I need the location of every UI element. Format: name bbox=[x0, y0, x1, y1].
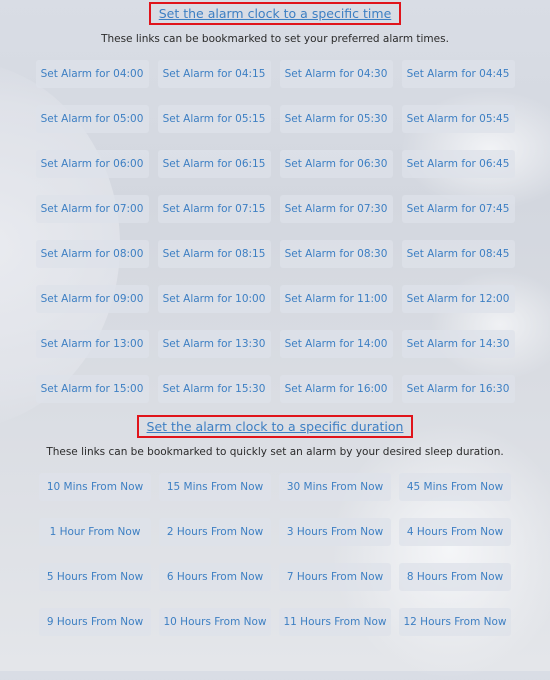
set-alarm-time-button[interactable]: Set Alarm for 07:15 bbox=[157, 195, 271, 223]
alarm-links-content: Set the alarm clock to a specific time T… bbox=[0, 0, 550, 636]
set-alarm-time-button[interactable]: Set Alarm for 16:30 bbox=[401, 375, 515, 403]
set-alarm-time-button[interactable]: Set Alarm for 05:00 bbox=[35, 105, 149, 133]
set-alarm-duration-button[interactable]: 5 Hours From Now bbox=[39, 563, 151, 591]
set-alarm-time-button[interactable]: Set Alarm for 16:00 bbox=[279, 375, 393, 403]
set-alarm-time-button[interactable]: Set Alarm for 08:30 bbox=[279, 240, 393, 268]
set-alarm-time-button[interactable]: Set Alarm for 11:00 bbox=[279, 285, 393, 313]
set-alarm-time-button[interactable]: Set Alarm for 15:00 bbox=[35, 375, 149, 403]
set-alarm-time-button[interactable]: Set Alarm for 10:00 bbox=[157, 285, 271, 313]
set-alarm-time-button[interactable]: Set Alarm for 13:30 bbox=[157, 330, 271, 358]
time-heading-wrap: Set the alarm clock to a specific time bbox=[0, 0, 550, 25]
set-alarm-time-button[interactable]: Set Alarm for 06:15 bbox=[157, 150, 271, 178]
set-alarm-time-button[interactable]: Set Alarm for 07:00 bbox=[35, 195, 149, 223]
duration-alarm-grid: 10 Mins From Now 15 Mins From Now 30 Mins … bbox=[0, 473, 550, 636]
set-alarm-duration-button[interactable]: 10 Hours From Now bbox=[159, 608, 271, 636]
set-alarm-duration-button[interactable]: 2 Hours From Now bbox=[159, 518, 271, 546]
set-alarm-duration-button[interactable]: 45 Mins From Now bbox=[399, 473, 511, 501]
set-alarm-time-button[interactable]: Set Alarm for 05:30 bbox=[279, 105, 393, 133]
set-alarm-time-button[interactable]: Set Alarm for 07:30 bbox=[279, 195, 393, 223]
set-alarm-duration-button[interactable]: 1 Hour From Now bbox=[39, 518, 151, 546]
set-alarm-time-button[interactable]: Set Alarm for 14:30 bbox=[401, 330, 515, 358]
set-alarm-time-button[interactable]: Set Alarm for 06:30 bbox=[279, 150, 393, 178]
set-alarm-time-button[interactable]: Set Alarm for 08:00 bbox=[35, 240, 149, 268]
duration-section-heading-link[interactable]: Set the alarm clock to a specific durati… bbox=[136, 415, 414, 438]
set-alarm-time-button[interactable]: Set Alarm for 06:00 bbox=[35, 150, 149, 178]
time-section-heading-link[interactable]: Set the alarm clock to a specific time bbox=[148, 2, 402, 25]
set-alarm-time-button[interactable]: Set Alarm for 14:00 bbox=[279, 330, 393, 358]
set-alarm-duration-button[interactable]: 12 Hours From Now bbox=[399, 608, 511, 636]
set-alarm-time-button[interactable]: Set Alarm for 07:45 bbox=[401, 195, 515, 223]
set-alarm-time-button[interactable]: Set Alarm for 12:00 bbox=[401, 285, 515, 313]
set-alarm-time-button[interactable]: Set Alarm for 13:00 bbox=[35, 330, 149, 358]
set-alarm-duration-button[interactable]: 15 Mins From Now bbox=[159, 473, 271, 501]
set-alarm-duration-button[interactable]: 4 Hours From Now bbox=[399, 518, 511, 546]
set-alarm-time-button[interactable]: Set Alarm for 09:00 bbox=[35, 285, 149, 313]
time-section-description: These links can be bookmarked to set you… bbox=[101, 33, 449, 45]
set-alarm-time-button[interactable]: Set Alarm for 05:15 bbox=[157, 105, 271, 133]
duration-heading-wrap: Set the alarm clock to a specific durati… bbox=[0, 415, 550, 438]
set-alarm-duration-button[interactable]: 10 Mins From Now bbox=[39, 473, 151, 501]
time-alarm-grid: Set Alarm for 04:00 Set Alarm for 04:15 Se… bbox=[0, 60, 550, 403]
set-alarm-time-button[interactable]: Set Alarm for 05:45 bbox=[401, 105, 515, 133]
set-alarm-duration-button[interactable]: 11 Hours From Now bbox=[279, 608, 391, 636]
set-alarm-time-button[interactable]: Set Alarm for 06:45 bbox=[401, 150, 515, 178]
set-alarm-time-button[interactable]: Set Alarm for 08:15 bbox=[157, 240, 271, 268]
duration-section-description: These links can be bookmarked to quickly… bbox=[46, 446, 504, 458]
set-alarm-duration-button[interactable]: 6 Hours From Now bbox=[159, 563, 271, 591]
set-alarm-time-button[interactable]: Set Alarm for 04:30 bbox=[279, 60, 393, 88]
set-alarm-time-button[interactable]: Set Alarm for 04:00 bbox=[35, 60, 149, 88]
set-alarm-time-button[interactable]: Set Alarm for 04:45 bbox=[401, 60, 515, 88]
set-alarm-time-button[interactable]: Set Alarm for 15:30 bbox=[157, 375, 271, 403]
set-alarm-duration-button[interactable]: 9 Hours From Now bbox=[39, 608, 151, 636]
set-alarm-time-button[interactable]: Set Alarm for 08:45 bbox=[401, 240, 515, 268]
set-alarm-duration-button[interactable]: 3 Hours From Now bbox=[279, 518, 391, 546]
set-alarm-duration-button[interactable]: 30 Mins From Now bbox=[279, 473, 391, 501]
set-alarm-time-button[interactable]: Set Alarm for 04:15 bbox=[157, 60, 271, 88]
set-alarm-duration-button[interactable]: 7 Hours From Now bbox=[279, 563, 391, 591]
set-alarm-duration-button[interactable]: 8 Hours From Now bbox=[399, 563, 511, 591]
